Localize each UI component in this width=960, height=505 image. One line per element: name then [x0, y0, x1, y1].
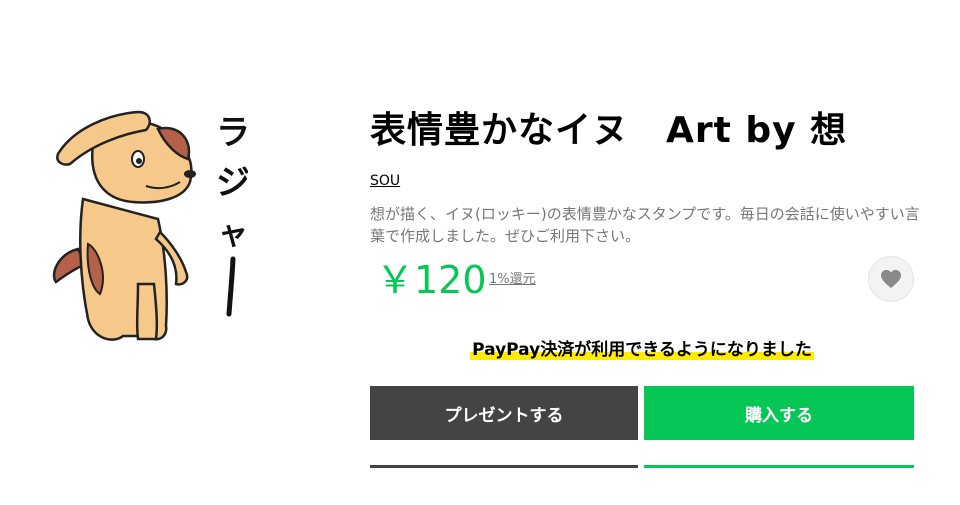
product-title: 表情豊かなイヌ Art by 想	[370, 110, 848, 151]
sticker-image: ラ ジ ャ	[38, 104, 250, 354]
paypay-notice: PayPay決済が利用できるようになりました	[370, 338, 914, 362]
product-description: 想が描く、イヌ(ロッキー)の表情豊かなスタンプです。毎日の会話に使いやすい言葉で…	[370, 205, 920, 245]
dog-salute-sticker-icon: ラ ジ ャ	[52, 110, 250, 341]
gift-button[interactable]: プレゼントする	[370, 386, 638, 440]
buy-button[interactable]: 購入する	[644, 386, 914, 440]
svg-text:ラ: ラ	[216, 113, 248, 153]
favorite-button[interactable]	[868, 256, 914, 302]
svg-text:ジ: ジ	[216, 163, 248, 203]
price-label: ￥120	[376, 258, 487, 302]
svg-text:ャ: ャ	[218, 217, 248, 252]
author-link[interactable]: SOU	[370, 172, 400, 190]
divider-right	[644, 465, 914, 468]
cashback-link[interactable]: 1%還元	[489, 271, 536, 289]
divider-left	[370, 465, 638, 468]
paypay-notice-text: PayPay決済が利用できるようになりました	[470, 340, 814, 360]
heart-icon	[881, 269, 901, 289]
